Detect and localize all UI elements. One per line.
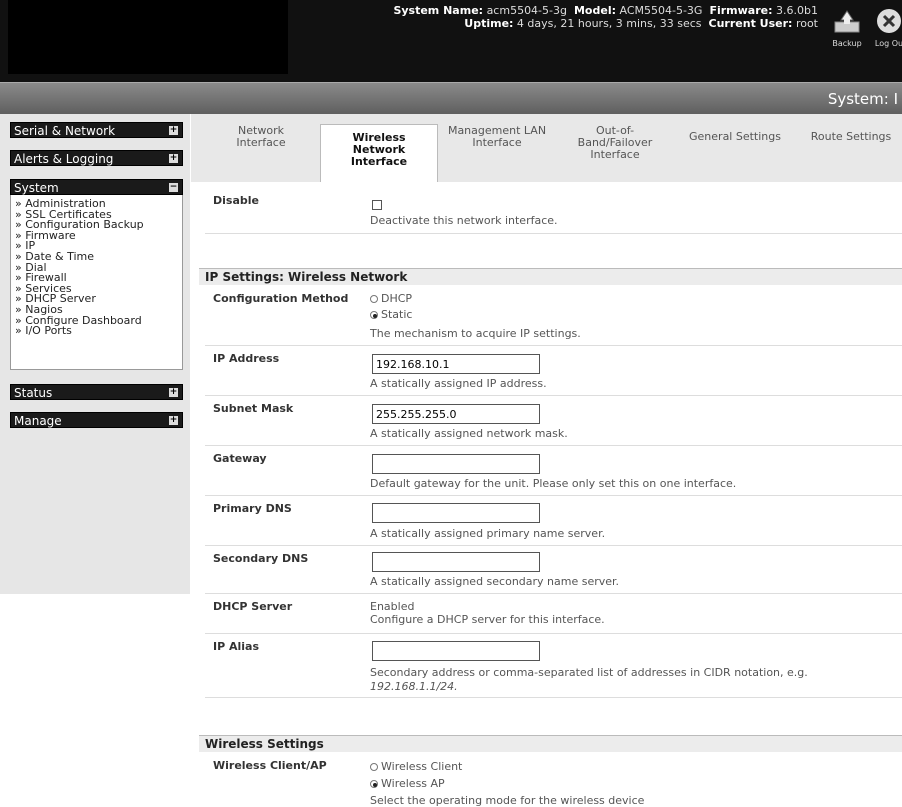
dhcp-radio[interactable] — [370, 295, 378, 303]
menu-alerts-logging[interactable]: Alerts & Logging + — [10, 150, 183, 166]
system-name-label: System Name: — [393, 4, 484, 17]
logout-label: Log Ou — [874, 39, 902, 48]
menu-system[interactable]: System − — [10, 179, 183, 195]
system-submenu: » Administration» SSL Certificates» Conf… — [10, 195, 183, 370]
collapse-icon[interactable]: − — [169, 183, 178, 192]
backup-label: Backup — [832, 39, 862, 48]
logout-button[interactable]: Log Ou — [866, 6, 902, 48]
primary-dns-label: Primary DNS — [213, 502, 292, 515]
tab-label: Route Settings — [810, 130, 892, 143]
disable-label: Disable — [213, 194, 259, 207]
wireless-client-radio-option[interactable]: Wireless Client — [370, 760, 462, 774]
tab-management-lan-interface[interactable]: Management LAN Interface — [442, 125, 552, 149]
menu-alerts-logging-label: Alerts & Logging — [14, 152, 114, 166]
wireless-client-option-label: Wireless Client — [381, 760, 463, 773]
tab-label: General Settings — [689, 130, 781, 143]
dhcp-option-label: DHCP — [381, 292, 413, 305]
ip-address-row: IP Address — [205, 346, 902, 396]
ip-address-input[interactable] — [372, 354, 540, 374]
logo-area — [8, 0, 288, 74]
static-radio-option[interactable]: Static — [370, 308, 412, 322]
tab-network-interface[interactable]: Network Interface — [222, 125, 300, 149]
system-submenu-item[interactable]: » I/O Ports — [15, 325, 182, 337]
expand-icon[interactable]: + — [169, 388, 178, 397]
firmware-label: Firmware: — [709, 4, 773, 17]
menu-manage-label: Manage — [14, 414, 62, 428]
wireless-mode-label: Wireless Client/AP — [213, 759, 327, 772]
wireless-ap-option-label: Wireless AP — [381, 777, 445, 790]
menu-status[interactable]: Status + — [10, 384, 183, 400]
system-info: System Name: acm5504-5-3g Model: ACM5504… — [300, 4, 818, 30]
tab-out-of-band-failover-interface[interactable]: Out-of- Band/Failover Interface — [568, 125, 662, 161]
disable-help: Deactivate this network interface. — [370, 214, 558, 227]
tab-label: Interface — [236, 136, 286, 149]
tab-label: Interface — [472, 136, 522, 149]
ip-alias-help: Secondary address or comma-separated lis… — [370, 666, 808, 679]
static-radio[interactable] — [370, 311, 378, 319]
disable-checkbox[interactable] — [372, 200, 382, 210]
menu-system-label: System — [14, 181, 59, 195]
dhcp-radio-option[interactable]: DHCP — [370, 292, 412, 306]
tab-route-settings[interactable]: Route Settings — [800, 131, 902, 143]
model-label: Model: — [573, 4, 616, 17]
expand-icon[interactable]: + — [169, 126, 178, 135]
sidebar-footer-space — [0, 594, 190, 807]
config-method-label: Configuration Method — [213, 292, 349, 305]
ip-alias-input[interactable] — [372, 641, 540, 661]
menu-status-label: Status — [14, 386, 53, 400]
wireless-mode-help: Select the operating mode for the wirele… — [370, 794, 645, 807]
system-submenu-item[interactable]: » Firmware — [15, 230, 182, 242]
expand-icon[interactable]: + — [169, 154, 178, 163]
header-bar: System Name: acm5504-5-3g Model: ACM5504… — [0, 0, 902, 82]
static-option-label: Static — [381, 308, 413, 321]
config-method-help: The mechanism to acquire IP settings. — [370, 327, 581, 340]
subnet-mask-label: Subnet Mask — [213, 402, 294, 415]
uptime-value: 4 days, 21 hours, 3 mins, 33 secs — [516, 17, 702, 30]
gateway-input[interactable] — [372, 454, 540, 474]
primary-dns-input[interactable] — [372, 503, 540, 523]
menu-serial-network-label: Serial & Network — [14, 124, 116, 138]
current-user-label: Current User: — [708, 17, 793, 30]
title-bar: System: I — [0, 82, 902, 114]
menu-serial-network[interactable]: Serial & Network + — [10, 122, 183, 138]
page-title: System: I — [827, 90, 898, 108]
tab-general-settings[interactable]: General Settings — [680, 131, 790, 143]
tab-label: Interface — [590, 148, 640, 161]
primary-dns-help: A statically assigned primary name serve… — [370, 527, 606, 540]
gateway-label: Gateway — [213, 452, 267, 465]
secondary-dns-input[interactable] — [372, 552, 540, 572]
wireless-client-radio[interactable] — [370, 763, 378, 771]
wireless-ap-radio-option[interactable]: Wireless AP — [370, 777, 445, 791]
subnet-mask-help: A statically assigned network mask. — [370, 427, 568, 440]
wireless-settings-section-header: Wireless Settings — [199, 735, 902, 752]
tab-label: Interface — [350, 155, 408, 168]
ip-alias-label: IP Alias — [213, 640, 260, 653]
menu-manage[interactable]: Manage + — [10, 412, 183, 428]
subnet-mask-input[interactable] — [372, 404, 540, 424]
ip-settings-section-header: IP Settings: Wireless Network — [199, 268, 902, 285]
dhcp-server-help: Configure a DHCP server for this interfa… — [370, 613, 605, 626]
backup-icon — [834, 10, 860, 33]
close-icon — [877, 9, 901, 33]
ip-address-help: A statically assigned IP address. — [370, 377, 547, 390]
tab-wireless-network-interface[interactable]: Wireless Network Interface — [320, 124, 438, 182]
expand-icon[interactable]: + — [169, 416, 178, 425]
current-user-value: root — [795, 17, 818, 30]
secondary-dns-label: Secondary DNS — [213, 552, 309, 565]
model-value: ACM5504-5-3G — [619, 4, 703, 17]
system-name: acm5504-5-3g — [486, 4, 567, 17]
uptime-label: Uptime: — [464, 17, 514, 30]
dhcp-server-label: DHCP Server — [213, 600, 293, 613]
secondary-dns-help: A statically assigned secondary name ser… — [370, 575, 620, 588]
ip-address-label: IP Address — [213, 352, 280, 365]
wireless-ap-radio[interactable] — [370, 780, 378, 788]
dhcp-server-value: Enabled — [370, 600, 415, 613]
backup-button[interactable]: Backup — [824, 6, 870, 48]
ip-alias-example: 192.168.1.1/24. — [370, 680, 458, 693]
gateway-help: Default gateway for the unit. Please onl… — [370, 477, 737, 490]
firmware-value: 3.6.0b1 — [776, 4, 818, 17]
